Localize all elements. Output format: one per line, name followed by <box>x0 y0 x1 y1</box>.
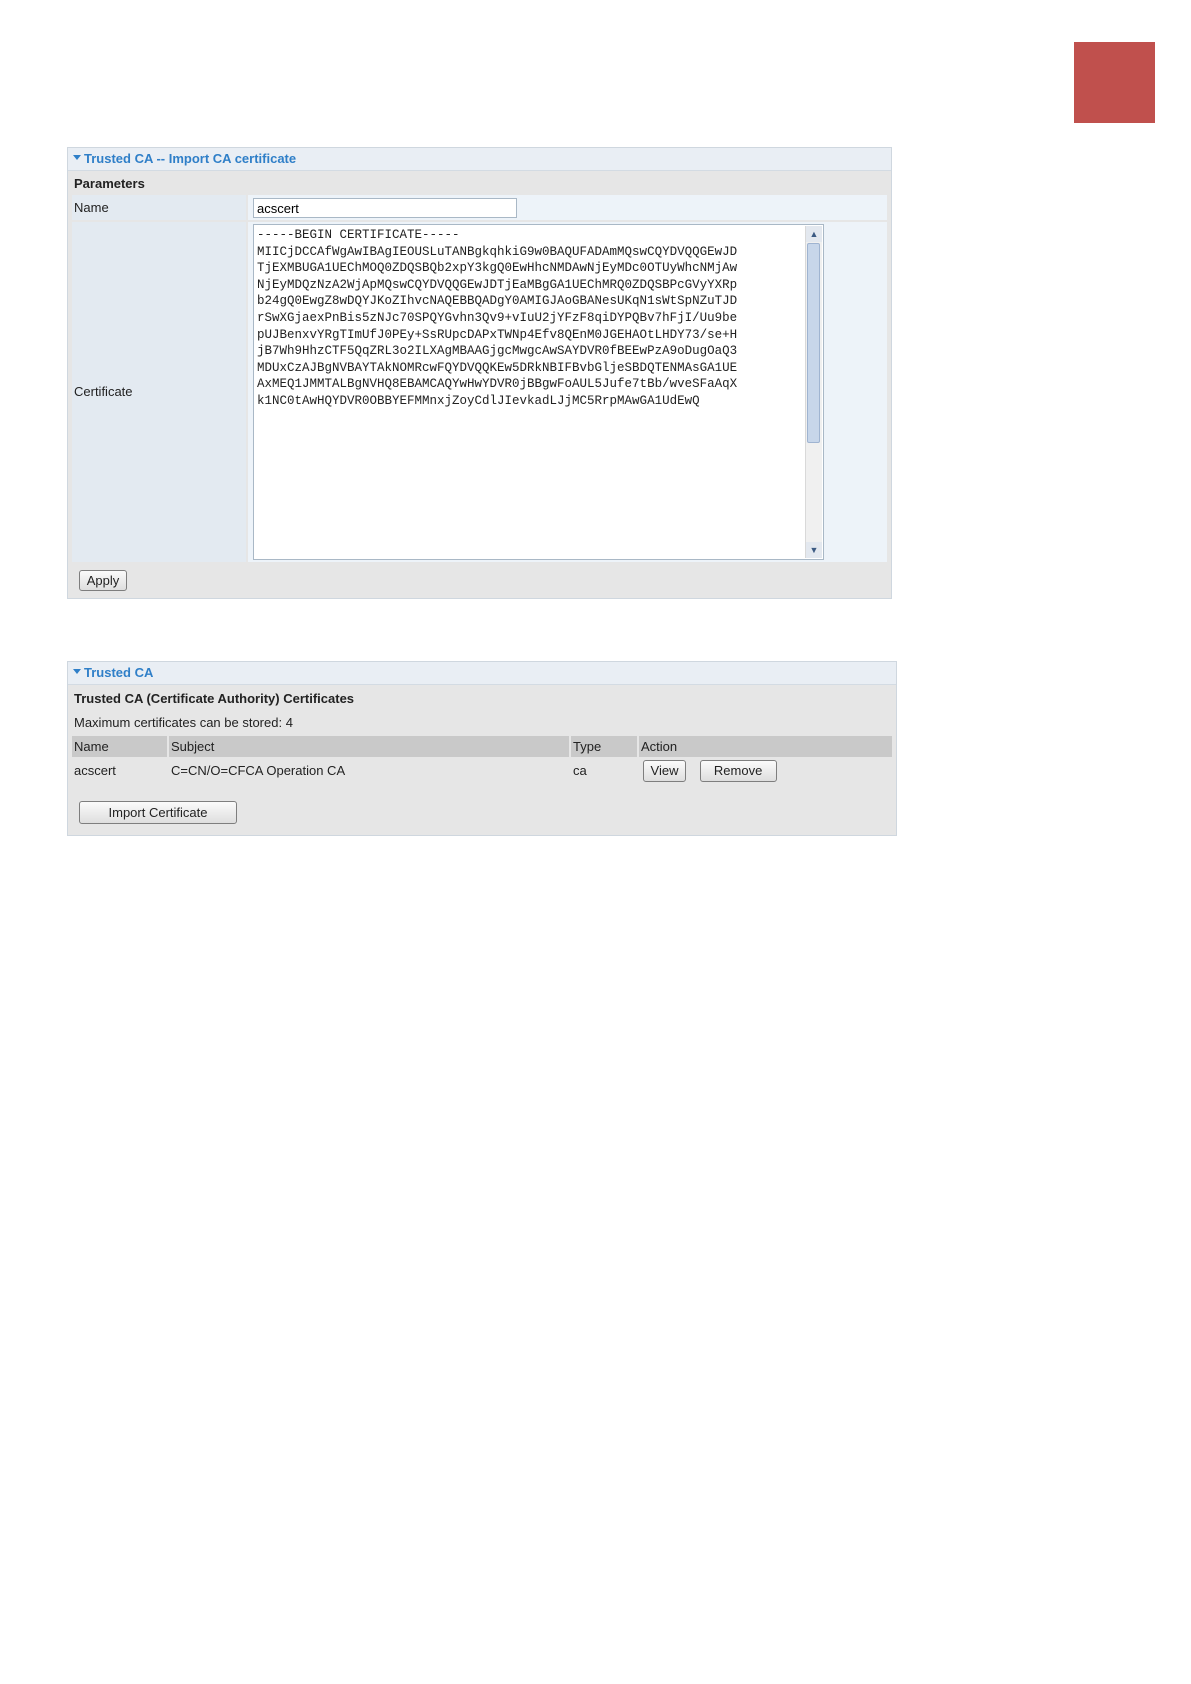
table-header-row: Name Subject Type Action <box>72 736 892 757</box>
scroll-thumb[interactable] <box>807 243 820 443</box>
table-row: acscert C=CN/O=CFCA Operation CA ca View… <box>72 757 892 784</box>
import-certificate-button[interactable]: Import Certificate <box>79 801 237 824</box>
import-panel-title[interactable]: Trusted CA -- Import CA certificate <box>68 148 891 171</box>
parameters-heading: Parameters <box>72 174 887 194</box>
cell-subject: C=CN/O=CFCA Operation CA <box>169 757 571 784</box>
trusted-ca-panel: Trusted CA Trusted CA (Certificate Autho… <box>67 661 897 836</box>
name-input[interactable] <box>253 198 517 218</box>
certificate-text[interactable]: -----BEGIN CERTIFICATE----- MIICjDCCAfWg… <box>257 227 801 557</box>
certificate-value-cell: -----BEGIN CERTIFICATE----- MIICjDCCAfWg… <box>248 222 887 562</box>
view-button[interactable]: View <box>643 759 686 782</box>
column-header-name: Name <box>72 736 169 757</box>
scroll-up-icon[interactable]: ▲ <box>806 226 822 242</box>
import-row: Import Certificate <box>72 795 892 829</box>
certificate-row: Certificate -----BEGIN CERTIFICATE----- … <box>72 222 887 562</box>
cell-type: ca <box>571 757 639 784</box>
import-panel-title-text: Trusted CA -- Import CA certificate <box>84 151 297 166</box>
trusted-panel-title-text: Trusted CA <box>84 665 154 680</box>
column-header-action: Action <box>639 736 892 757</box>
cell-action: View Remove <box>639 757 892 784</box>
collapse-triangle-icon <box>73 155 81 161</box>
certificates-table: Name Subject Type Action acscert C=CN/O=… <box>72 736 892 784</box>
apply-row: Apply <box>72 564 887 596</box>
column-header-subject: Subject <box>169 736 571 757</box>
certificate-label: Certificate <box>72 222 246 562</box>
column-header-type: Type <box>571 736 639 757</box>
remove-button[interactable]: Remove <box>699 759 777 782</box>
max-certificates-text: Maximum certificates can be stored: 4 <box>72 712 892 734</box>
corner-color-block <box>1074 42 1155 123</box>
certificate-scrollbar[interactable]: ▲ ▼ <box>805 226 822 558</box>
certificate-textarea[interactable]: -----BEGIN CERTIFICATE----- MIICjDCCAfWg… <box>253 224 824 560</box>
trusted-panel-title[interactable]: Trusted CA <box>68 662 896 685</box>
apply-button[interactable]: Apply <box>79 570 127 591</box>
name-value-cell <box>248 195 887 220</box>
trusted-certificates-heading: Trusted CA (Certificate Authority) Certi… <box>72 688 892 710</box>
scroll-down-icon[interactable]: ▼ <box>806 542 822 558</box>
name-row: Name <box>72 195 887 220</box>
cell-name: acscert <box>72 757 169 784</box>
name-label: Name <box>72 195 246 220</box>
collapse-triangle-icon <box>73 669 81 675</box>
import-ca-panel: Trusted CA -- Import CA certificate Para… <box>67 147 892 599</box>
